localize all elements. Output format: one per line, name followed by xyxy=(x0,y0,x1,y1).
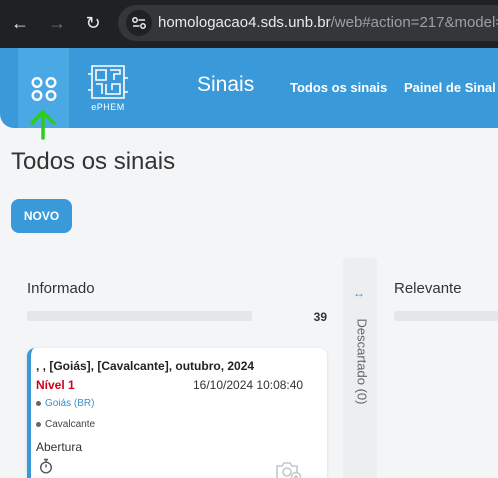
tag-dot-icon xyxy=(36,421,41,427)
column-title-relevante[interactable]: Relevante xyxy=(394,280,462,297)
card-title: , , [Goiás], [Cavalcante], outubro, 2024 xyxy=(36,359,255,373)
forward-icon[interactable]: → xyxy=(46,12,68,34)
card-tag-label: Cavalcante xyxy=(45,419,96,430)
folded-column-descartado[interactable]: ↔ Descartado (0) xyxy=(343,258,377,478)
page-title: Todos os sinais xyxy=(11,148,176,175)
menu-item-painel-de-sinal[interactable]: Painel de Sinal xyxy=(404,80,496,95)
card-stage: Abertura xyxy=(36,440,83,454)
reload-icon[interactable]: ↻ xyxy=(82,12,104,34)
unfold-arrows-icon[interactable]: ↔ xyxy=(353,286,365,300)
add-photo-icon[interactable] xyxy=(275,460,301,478)
card-tag: Goiás (BR) xyxy=(36,398,94,409)
app-window: ← → ↻ homologacao4.sds.unb.br/web#action… xyxy=(0,0,498,478)
site-info-icon[interactable] xyxy=(126,10,152,36)
card-tag: Cavalcante xyxy=(36,419,95,430)
logo-wordmark: ePHEM xyxy=(91,102,125,112)
kanban-card[interactable]: , , [Goiás], [Cavalcante], outubro, 2024… xyxy=(27,348,327,478)
address-bar[interactable]: homologacao4.sds.unb.br/web#action=217&m… xyxy=(118,5,498,41)
card-tag-label: Goiás (BR) xyxy=(45,398,95,409)
menu-item-todos-os-sinais[interactable]: Todos os sinais xyxy=(290,80,387,95)
column-progress-bar xyxy=(27,311,252,321)
app-navbar: ePHEM Sinais Todos os sinais Painel de S… xyxy=(0,48,498,128)
new-button[interactable]: NOVO xyxy=(11,199,72,233)
card-date: 16/10/2024 10:08:40 xyxy=(193,378,304,392)
url-path: /web#action=217&model=ec xyxy=(330,14,498,31)
url-text: homologacao4.sds.unb.br/web#action=217&m… xyxy=(158,14,498,31)
column-progress-bar xyxy=(394,311,498,321)
url-host: homologacao4.sds.unb.br xyxy=(158,14,331,31)
column-count: 39 xyxy=(313,310,327,324)
apps-grid-icon xyxy=(31,76,57,102)
tag-dot-icon xyxy=(36,400,41,406)
back-icon[interactable]: ← xyxy=(9,12,31,34)
ephem-logo[interactable]: ePHEM xyxy=(86,64,130,114)
column-title-informado[interactable]: Informado xyxy=(27,280,95,297)
folded-column-title: Descartado (0) xyxy=(354,318,370,405)
stopwatch-icon[interactable] xyxy=(39,458,53,474)
app-title[interactable]: Sinais xyxy=(197,73,254,97)
annotation-arrow-icon xyxy=(30,110,56,140)
browser-toolbar: ← → ↻ homologacao4.sds.unb.br/web#action… xyxy=(0,0,498,48)
card-level: Nível 1 xyxy=(36,378,75,392)
